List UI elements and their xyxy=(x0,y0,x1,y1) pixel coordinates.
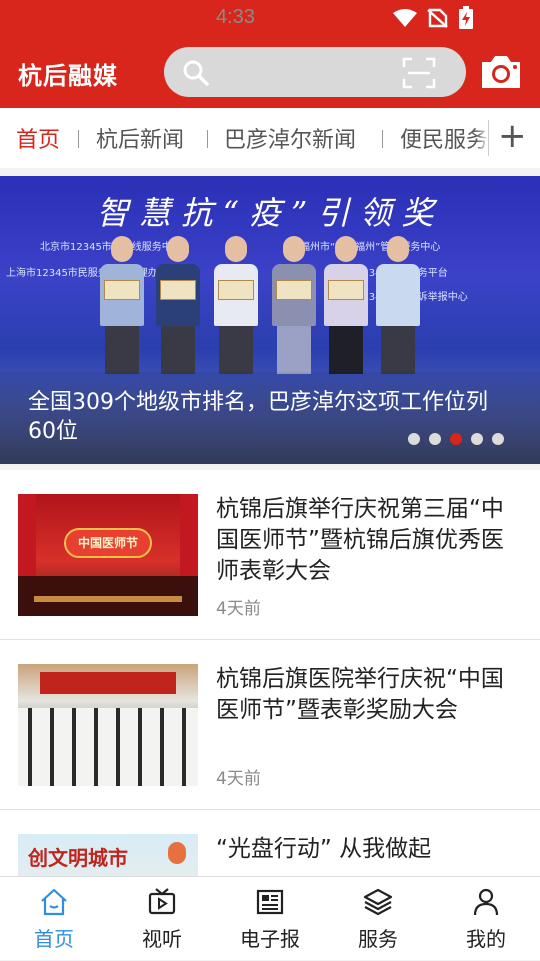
thumb-banner-text: 中国医师节 xyxy=(64,528,152,558)
home-icon xyxy=(41,888,67,916)
add-channel-button[interactable]: + xyxy=(488,108,540,168)
news-thumbnail: 中国医师节 xyxy=(18,494,198,616)
photo-person xyxy=(156,236,200,374)
nav-label: 服务 xyxy=(358,927,398,951)
tab-separator xyxy=(78,130,79,148)
app-logo: 杭后融媒 xyxy=(18,61,118,90)
carousel-dot-active[interactable] xyxy=(450,433,462,445)
tab-bayannur-news[interactable]: 巴彦淖尔新闻 xyxy=(224,122,356,154)
user-icon xyxy=(473,888,499,916)
photo-person xyxy=(324,236,368,374)
tab-home[interactable]: 首页 xyxy=(16,122,60,154)
news-item[interactable]: 创文明城市 “光盘行动” 从我做起 xyxy=(0,810,540,876)
news-title[interactable]: 杭锦后旗举行庆祝第三届“中国医师节”暨杭锦后旗优秀医师表彰大会 xyxy=(216,494,524,587)
video-icon xyxy=(148,888,176,915)
tab-hanghou-news[interactable]: 杭后新闻 xyxy=(96,122,184,154)
news-thumbnail xyxy=(18,664,198,786)
news-list: 中国医师节 杭锦后旗举行庆祝第三届“中国医师节”暨杭锦后旗优秀医师表彰大会 4天… xyxy=(0,470,540,876)
tab-separator xyxy=(382,130,383,148)
news-time: 4天前 xyxy=(216,599,261,619)
newspaper-icon xyxy=(256,889,284,915)
scan-icon[interactable] xyxy=(402,57,436,89)
search-box[interactable] xyxy=(164,47,466,97)
status-time: 4:33 xyxy=(216,6,255,28)
search-icon[interactable] xyxy=(182,59,210,87)
news-title[interactable]: “光盘行动” 从我做起 xyxy=(216,834,524,865)
news-time: 4天前 xyxy=(216,769,261,789)
news-thumbnail: 创文明城市 xyxy=(18,834,198,876)
photo-person xyxy=(376,236,420,374)
banner-headline: 智慧抗“疫”引领奖 xyxy=(96,194,444,232)
photo-person xyxy=(272,236,316,374)
news-item[interactable]: 杭锦后旗医院举行庆祝“中国医师节”暨表彰奖励大会 4天前 xyxy=(0,640,540,810)
photo-person xyxy=(214,236,258,374)
nav-service[interactable]: 服务 xyxy=(324,877,432,961)
search-input[interactable] xyxy=(220,47,390,97)
news-title[interactable]: 杭锦后旗医院举行庆祝“中国医师节”暨表彰奖励大会 xyxy=(216,664,524,726)
nav-label: 首页 xyxy=(34,927,74,951)
banner-carousel[interactable]: 智慧抗“疫”引领奖 北京市12345市民热线服务中心 福州市“智慧福州”管理服务… xyxy=(0,176,540,464)
carousel-dot[interactable] xyxy=(408,433,420,445)
nav-label: 我的 xyxy=(466,927,506,951)
category-tabs: 首页 杭后新闻 巴彦淖尔新闻 便民服务 + xyxy=(0,108,540,168)
carousel-dot[interactable] xyxy=(471,433,483,445)
tab-separator xyxy=(207,130,208,148)
bottom-navigation: 首页 视听 电子报 服务 我的 xyxy=(0,876,540,960)
status-bar: 4:33 xyxy=(0,0,540,36)
camera-icon[interactable] xyxy=(478,52,524,92)
tab-public-service[interactable]: 便民服务 xyxy=(400,122,488,154)
nav-epaper[interactable]: 电子报 xyxy=(216,877,324,961)
app-bar: 杭后融媒 xyxy=(0,36,540,108)
layers-icon xyxy=(363,888,393,916)
carousel-dot[interactable] xyxy=(429,433,441,445)
nav-mine[interactable]: 我的 xyxy=(432,877,540,961)
plus-icon[interactable]: + xyxy=(498,116,527,156)
photo-person xyxy=(100,236,144,374)
carousel-dot[interactable] xyxy=(492,433,504,445)
thumb-banner-text: 创文明城市 xyxy=(28,846,128,870)
carousel-indicator xyxy=(399,430,504,449)
nav-label: 视听 xyxy=(142,927,182,951)
news-item[interactable]: 中国医师节 杭锦后旗举行庆祝第三届“中国医师节”暨杭锦后旗优秀医师表彰大会 4天… xyxy=(0,470,540,640)
nav-home[interactable]: 首页 xyxy=(0,877,108,961)
nav-video[interactable]: 视听 xyxy=(108,877,216,961)
nav-label: 电子报 xyxy=(240,927,300,951)
